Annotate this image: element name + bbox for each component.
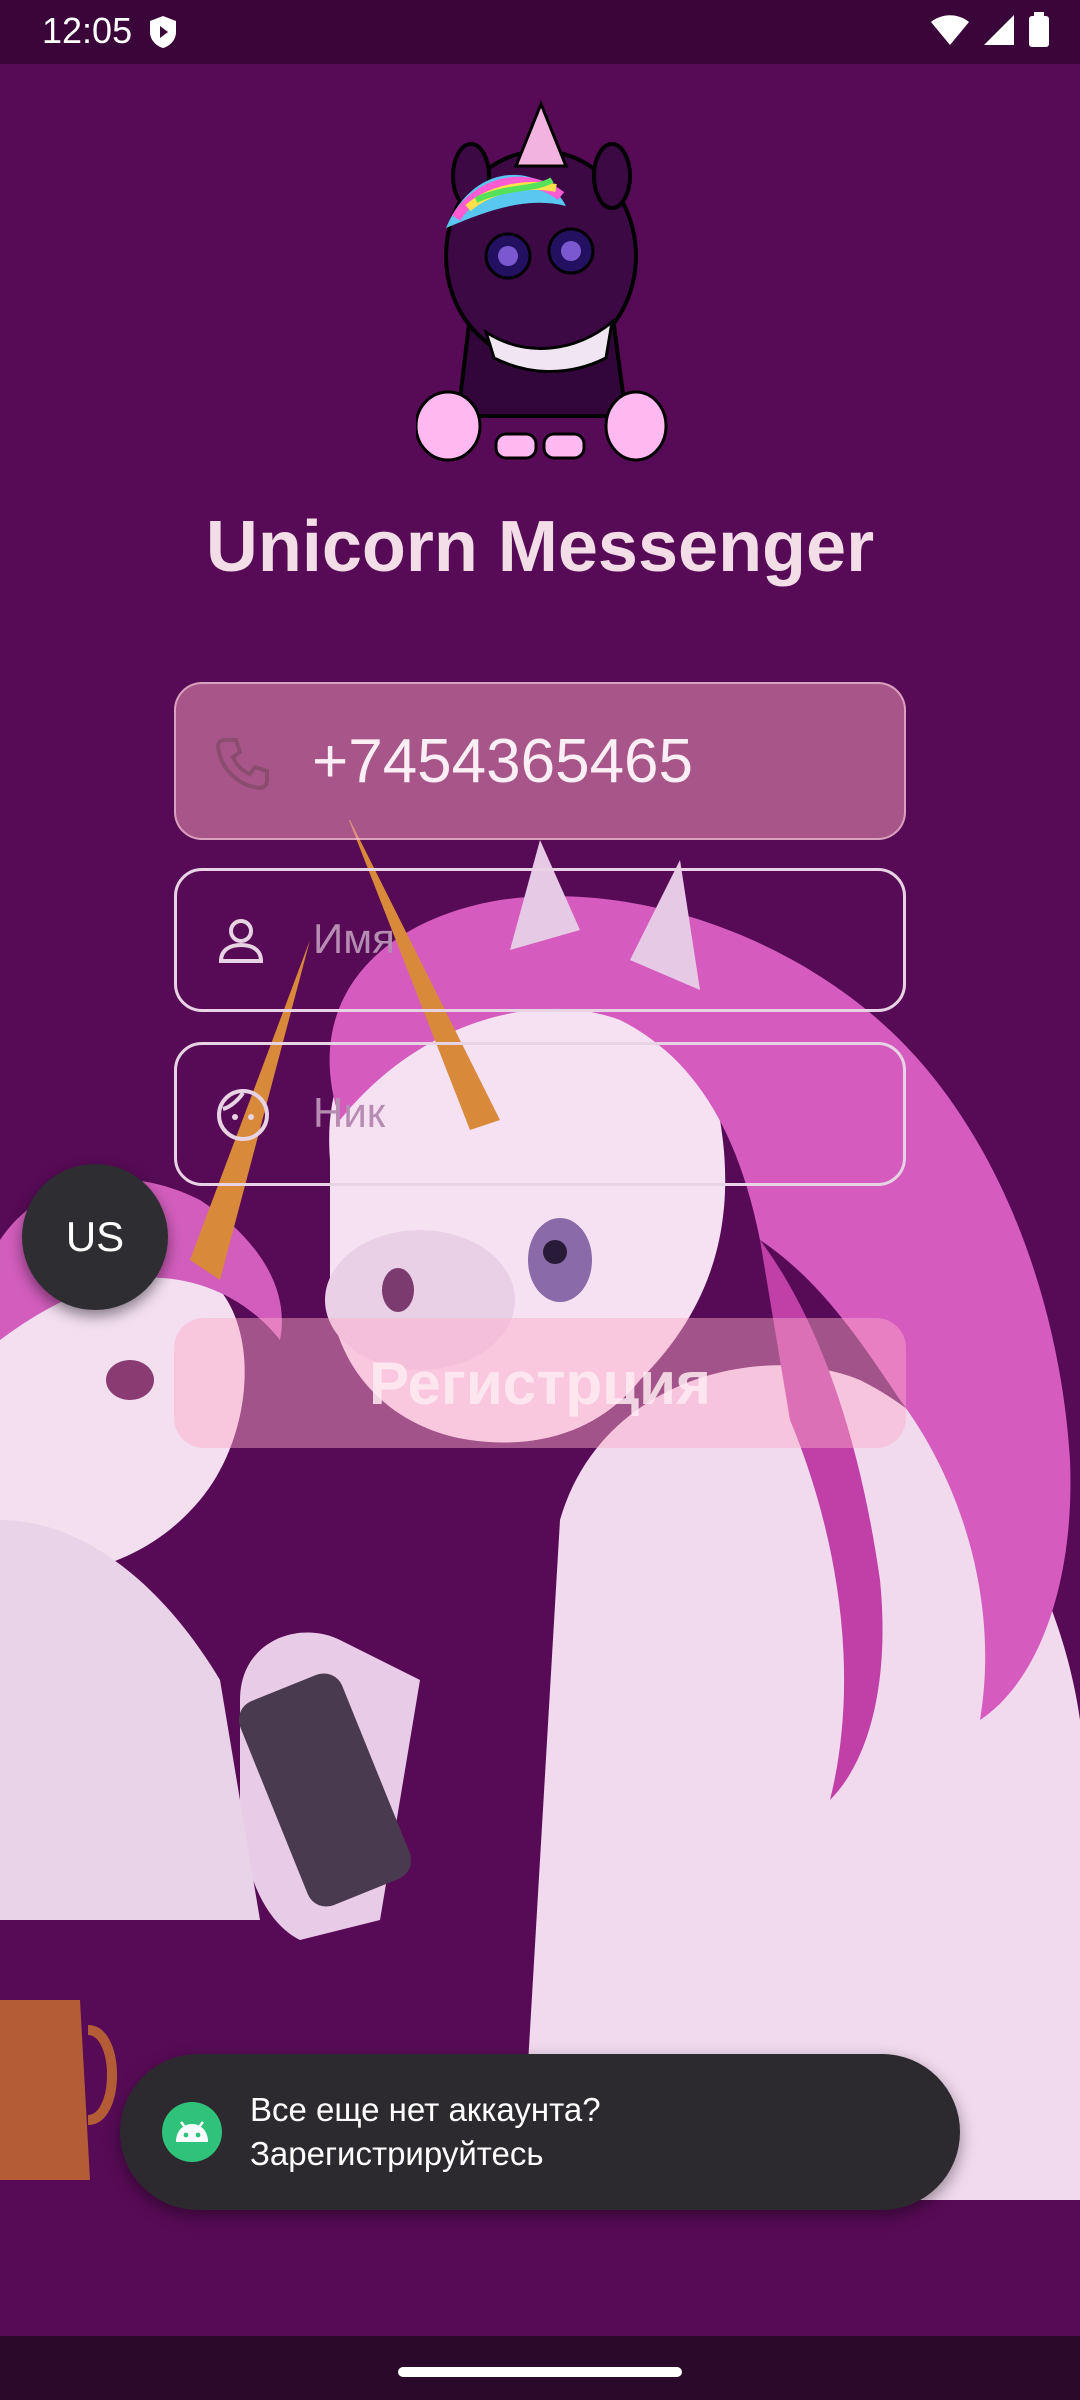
phone-field[interactable]: +7454365465 xyxy=(174,682,906,840)
toast-text: Все еще нет аккаунта? Зарегистрируйтесь xyxy=(250,2088,601,2176)
nick-field[interactable]: Ник xyxy=(174,1042,906,1186)
person-icon xyxy=(218,919,264,963)
shield-icon xyxy=(150,16,176,48)
status-icons xyxy=(930,12,1050,48)
status-time: 12:05 xyxy=(42,10,133,51)
language-button[interactable]: US xyxy=(22,1164,168,1310)
unicorn-logo xyxy=(416,99,668,462)
android-icon xyxy=(162,2102,222,2162)
unicorn-background-illustration xyxy=(0,820,1080,2200)
app-title: Unicorn Messenger xyxy=(205,507,875,587)
toast-message: Все еще нет аккаунта? Зарегистрируйтесь xyxy=(120,2054,960,2210)
toast-line-1: Все еще нет аккаунта? xyxy=(250,2091,601,2128)
face-icon xyxy=(217,1089,269,1141)
toast-line-2: Зарегистрируйтесь xyxy=(250,2135,544,2172)
battery-icon xyxy=(1029,12,1049,47)
home-handle[interactable] xyxy=(398,2367,682,2377)
phone-icon xyxy=(215,738,269,791)
register-button[interactable]: Регистрция xyxy=(174,1318,906,1448)
status-bar: 12:05 xyxy=(0,0,1080,64)
phone-input[interactable]: +7454365465 xyxy=(312,726,693,797)
wifi-icon xyxy=(931,15,969,45)
signal-icon xyxy=(984,15,1014,45)
name-field[interactable]: Имя xyxy=(174,868,906,1012)
nick-input[interactable]: Ник xyxy=(313,1089,385,1137)
name-input[interactable]: Имя xyxy=(313,915,395,963)
